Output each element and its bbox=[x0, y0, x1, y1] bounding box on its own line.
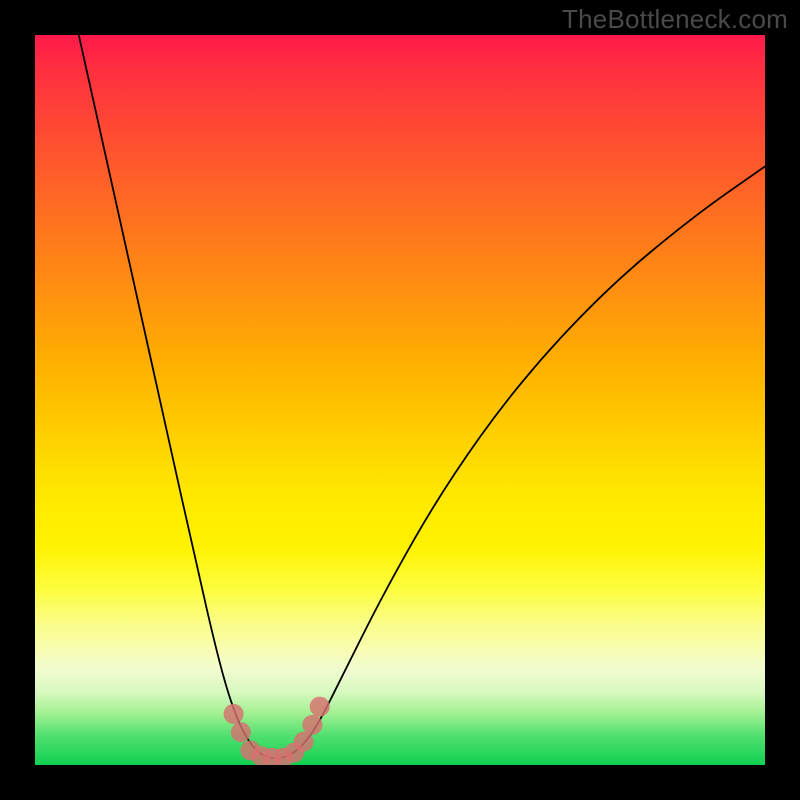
marker-dot bbox=[231, 722, 251, 742]
watermark-text: TheBottleneck.com bbox=[562, 4, 788, 35]
marker-dots-group bbox=[224, 697, 330, 765]
marker-dot bbox=[302, 715, 322, 735]
chart-plot-area bbox=[35, 35, 765, 765]
marker-dot bbox=[310, 697, 330, 717]
bottleneck-curve bbox=[79, 35, 765, 758]
chart-svg bbox=[35, 35, 765, 765]
marker-dot bbox=[224, 704, 244, 724]
